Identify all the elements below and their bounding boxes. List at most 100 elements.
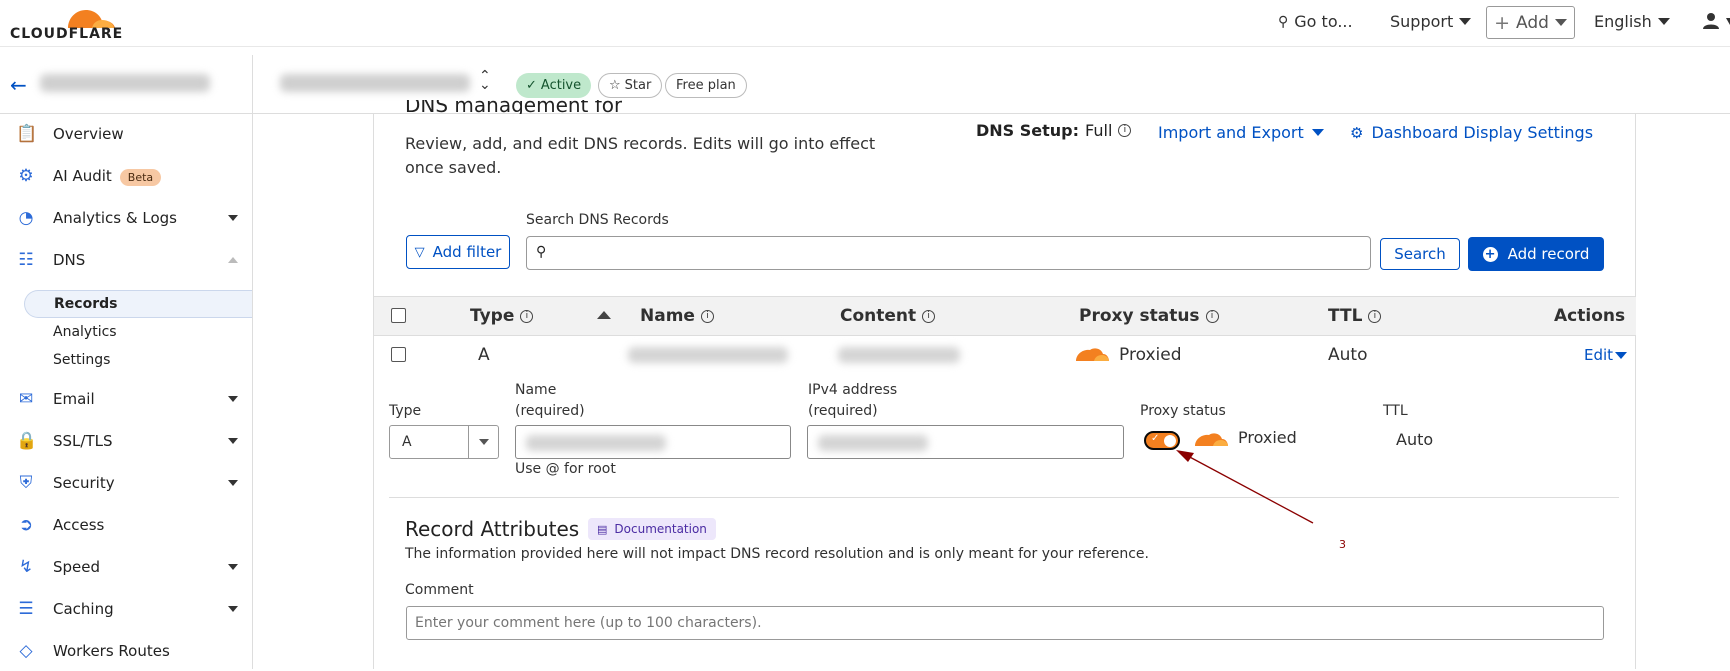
add-button[interactable]: + Add: [1486, 6, 1575, 39]
zone-name-redacted[interactable]: [280, 74, 470, 92]
row-checkbox[interactable]: [391, 347, 406, 362]
sidebar-subitem-records[interactable]: Records: [24, 290, 252, 318]
documentation-link[interactable]: ▤ Documentation: [588, 518, 716, 540]
chevron-down-icon: [1459, 18, 1472, 25]
bolt-icon: ↯: [18, 557, 34, 577]
ipv4-value-redacted: [818, 435, 928, 451]
comment-label: Comment: [405, 582, 474, 598]
zone-switcher-icon[interactable]: ⌃ ⌄: [479, 69, 491, 92]
proxy-status-toggle[interactable]: ✓: [1144, 431, 1180, 450]
column-header-content[interactable]: Content i: [840, 306, 936, 326]
sidebar-item-label: Caching: [53, 600, 114, 618]
sidebar-item-email[interactable]: ✉ Email: [0, 379, 252, 419]
dns-setup-value: Full: [1085, 121, 1113, 140]
name-required-text: (required): [515, 403, 585, 419]
search-icon: ⚲: [1278, 13, 1289, 30]
sidebar-item-label: Overview: [53, 125, 124, 143]
comment-input[interactable]: [406, 606, 1604, 640]
sidebar-item-workers-routes[interactable]: ◇ Workers Routes: [0, 631, 252, 671]
column-header-type[interactable]: Type i: [470, 306, 534, 326]
ipv4-input[interactable]: [807, 425, 1124, 459]
sidebar-item-overview[interactable]: 📋 Overview: [0, 114, 252, 154]
column-header-name[interactable]: Name i: [640, 306, 714, 326]
sidebar-subitem-label: Analytics: [53, 324, 117, 340]
column-header-label: Proxy status: [1079, 306, 1200, 326]
proxy-status-value: Proxied: [1238, 428, 1297, 447]
name-input[interactable]: [515, 425, 791, 459]
info-icon[interactable]: i: [520, 309, 534, 323]
select-all-checkbox[interactable]: [391, 308, 406, 323]
sidebar-subitem-analytics[interactable]: Analytics: [24, 318, 252, 346]
sidebar-item-label: Access: [53, 516, 105, 534]
info-icon[interactable]: i: [922, 309, 936, 323]
type-select[interactable]: A: [389, 425, 499, 459]
column-header-actions: Actions: [1554, 306, 1625, 326]
info-icon[interactable]: i: [1368, 309, 1382, 323]
select-arrow: [468, 426, 498, 458]
column-header-proxy-status[interactable]: Proxy status i: [1079, 306, 1219, 326]
sidebar-item-caching[interactable]: ☰ Caching: [0, 589, 252, 629]
annotation-number: 3: [1339, 538, 1346, 551]
sidebar-subitem-label: Settings: [53, 352, 111, 368]
dashboard-display-settings-link[interactable]: ⚙ Dashboard Display Settings: [1350, 123, 1593, 142]
goto-button[interactable]: ⚲ Go to...: [1278, 12, 1353, 31]
access-icon: ➲: [18, 515, 34, 535]
add-record-label: Add record: [1507, 245, 1590, 263]
record-type-cell: A: [478, 345, 490, 365]
chevron-down-icon: [1311, 129, 1324, 136]
sidebar-item-analytics-logs[interactable]: ◔ Analytics & Logs: [0, 198, 252, 238]
back-arrow-icon[interactable]: ←: [10, 73, 27, 97]
add-label: Add: [1516, 12, 1549, 33]
chevron-down-icon: [1657, 18, 1670, 25]
diamond-icon: ◇: [19, 641, 33, 661]
search-icon: ⚲: [536, 244, 547, 260]
edit-label: Edit: [1584, 346, 1614, 364]
edit-record-button[interactable]: Edit: [1584, 346, 1628, 364]
brand-wordmark: CLOUDFLARE: [10, 26, 124, 42]
dns-setup-label: DNS Setup:: [976, 121, 1080, 140]
star-button[interactable]: ☆ Star: [598, 73, 663, 98]
name-label: Name (required): [515, 380, 585, 422]
lock-icon: 🔒: [16, 431, 38, 451]
language-menu[interactable]: English: [1594, 12, 1670, 31]
proxied-cloud-icon: [1076, 348, 1109, 361]
check-icon: ✓: [526, 78, 537, 93]
sidebar-item-access[interactable]: ➲ Access: [0, 505, 252, 545]
add-filter-button[interactable]: ▽ Add filter: [406, 235, 510, 269]
info-icon[interactable]: i: [700, 309, 714, 323]
plan-badge[interactable]: Free plan: [665, 73, 747, 98]
account-name-redacted[interactable]: [40, 74, 210, 92]
info-icon[interactable]: i: [1118, 124, 1132, 137]
record-content-redacted: [838, 347, 960, 363]
add-record-button[interactable]: + Add record: [1468, 237, 1604, 271]
column-header-ttl[interactable]: TTL i: [1328, 306, 1382, 326]
language-label: English: [1594, 12, 1652, 31]
chevron-down-icon: [228, 606, 238, 612]
sidebar-item-dns[interactable]: ☷ DNS: [0, 240, 252, 280]
sidebar-item-ai-audit[interactable]: ⚙ AI Audit Beta: [0, 156, 252, 196]
dns-setup: DNS Setup: Full i: [976, 121, 1132, 140]
support-menu[interactable]: Support: [1390, 12, 1472, 31]
ttl-cell: Auto: [1328, 345, 1368, 365]
column-header-label: Name: [640, 306, 695, 326]
name-value-redacted: [526, 435, 666, 451]
sidebar-item-ssl-tls[interactable]: 🔒 SSL/TLS: [0, 421, 252, 461]
type-select-value: A: [402, 434, 412, 450]
user-menu[interactable]: [1702, 12, 1730, 30]
storage-icon: ☰: [18, 599, 34, 619]
sidebar-item-security[interactable]: ⛨ Security: [0, 463, 252, 503]
sidebar-subitem-settings[interactable]: Settings: [24, 346, 252, 374]
sidebar-item-speed[interactable]: ↯ Speed: [0, 547, 252, 587]
star-label: Star: [624, 78, 652, 93]
sort-ascending-icon[interactable]: [597, 311, 611, 319]
page-title-text: DNS management for: [405, 100, 623, 114]
sidebar-item-label: Speed: [53, 558, 101, 576]
sidebar-item-label: DNS: [53, 251, 86, 269]
info-icon[interactable]: i: [1205, 309, 1219, 323]
ttl-value[interactable]: Auto: [1396, 430, 1433, 449]
ipv4-label-text: IPv4 address: [808, 382, 898, 398]
search-button[interactable]: Search: [1380, 238, 1460, 270]
column-header-label: Content: [840, 306, 917, 326]
import-export-menu[interactable]: Import and Export: [1158, 123, 1324, 142]
search-input[interactable]: [526, 236, 1371, 270]
